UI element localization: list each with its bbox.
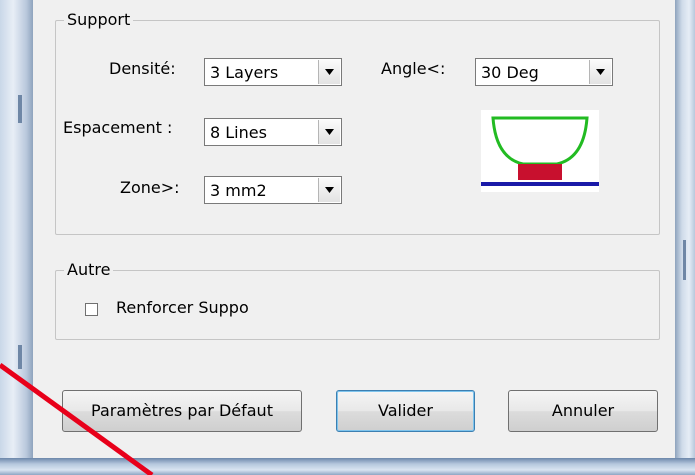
support-group-title: Support bbox=[64, 11, 134, 29]
density-combo[interactable]: 3 Layers bbox=[204, 58, 342, 86]
window-frame-right bbox=[675, 0, 695, 475]
angle-combo[interactable]: 30 Deg bbox=[475, 58, 613, 86]
ok-button[interactable]: Valider bbox=[336, 390, 475, 432]
chevron-down-icon[interactable] bbox=[318, 120, 340, 144]
bowl-outline bbox=[491, 116, 589, 166]
dialog-client-area: Support Densité: 3 Layers Angle<: 30 Deg… bbox=[33, 0, 675, 458]
reinforce-label[interactable]: Renforcer Suppo bbox=[116, 298, 249, 318]
angle-label: Angle<: bbox=[381, 59, 446, 78]
density-label: Densité: bbox=[109, 59, 176, 78]
frame-detail bbox=[18, 345, 22, 369]
defaults-button[interactable]: Paramètres par Défaut bbox=[62, 390, 302, 432]
cancel-button[interactable]: Annuler bbox=[508, 390, 658, 432]
frame-detail bbox=[683, 240, 686, 280]
chevron-down-icon[interactable] bbox=[318, 178, 340, 202]
spacing-label: Espacement : bbox=[63, 118, 173, 137]
chevron-down-icon[interactable] bbox=[589, 60, 611, 84]
chevron-down-icon[interactable] bbox=[318, 60, 340, 84]
reinforce-checkbox[interactable] bbox=[85, 303, 98, 316]
zone-label: Zone>: bbox=[120, 178, 180, 197]
zone-value: 3 mm2 bbox=[210, 181, 267, 200]
build-plate-line bbox=[481, 182, 599, 186]
zone-combo[interactable]: 3 mm2 bbox=[204, 176, 342, 204]
window-frame-bottom bbox=[0, 458, 695, 475]
other-group-title: Autre bbox=[64, 261, 114, 279]
frame-detail bbox=[18, 95, 22, 123]
spacing-combo[interactable]: 8 Lines bbox=[204, 118, 342, 146]
spacing-value: 8 Lines bbox=[210, 123, 267, 142]
window-frame-left bbox=[0, 0, 33, 475]
support-block bbox=[518, 164, 562, 180]
density-value: 3 Layers bbox=[210, 63, 279, 82]
support-diagram bbox=[481, 110, 599, 192]
angle-value: 30 Deg bbox=[481, 63, 539, 82]
